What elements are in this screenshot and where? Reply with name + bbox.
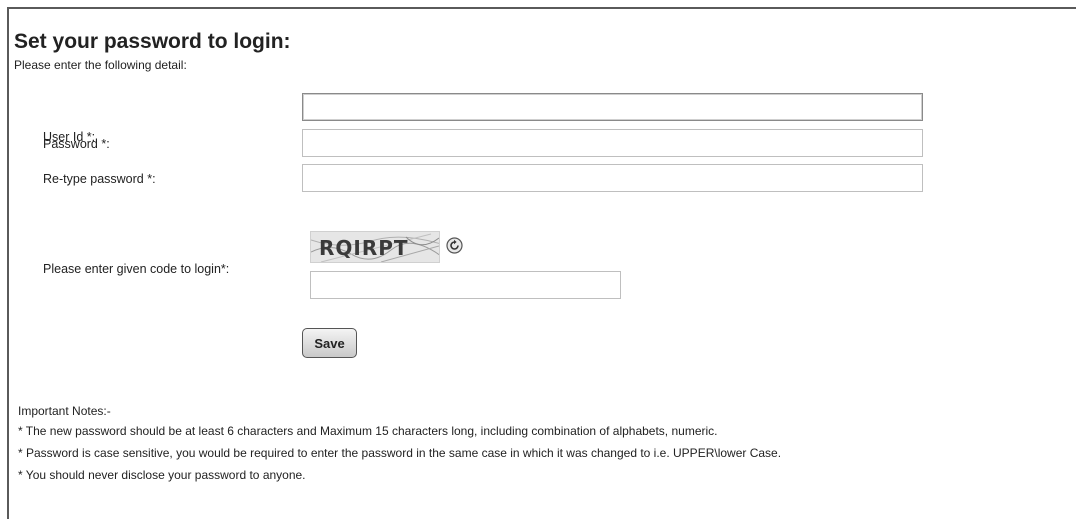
save-button[interactable]: Save [302, 328, 357, 358]
password-input[interactable] [302, 129, 923, 157]
note-item: * Password is case sensitive, you would … [18, 446, 782, 460]
captcha-image: RQIRPT [310, 231, 440, 263]
note-item: * The new password should be at least 6 … [18, 424, 718, 438]
user-id-input[interactable] [302, 93, 923, 121]
password-label: Password *: [43, 137, 110, 151]
retype-password-input[interactable] [302, 164, 923, 192]
page-title: Set your password to login: [14, 30, 291, 53]
notes-heading: Important Notes:- [18, 404, 111, 418]
note-item: * You should never disclose your passwor… [18, 468, 306, 482]
page-frame: Set your password to login: Please enter… [0, 0, 1076, 519]
captcha-input[interactable] [310, 271, 621, 299]
page-subtitle: Please enter the following detail: [14, 58, 187, 72]
retype-password-label: Re-type password *: [43, 172, 156, 186]
captcha-code: RQIRPT [319, 236, 409, 260]
refresh-icon[interactable] [446, 237, 463, 254]
captcha-label: Please enter given code to login*: [43, 262, 230, 276]
